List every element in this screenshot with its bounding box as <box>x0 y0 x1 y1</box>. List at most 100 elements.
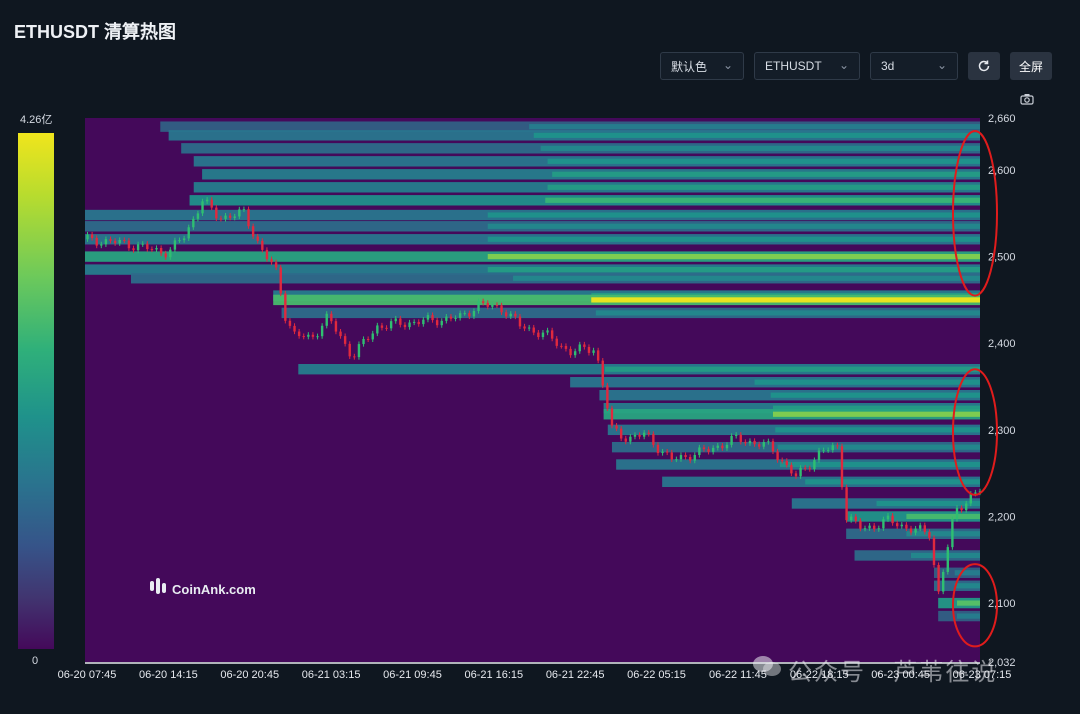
liquidation-band-core <box>956 600 980 606</box>
candle-body <box>325 313 328 326</box>
candle-body <box>123 239 126 241</box>
candle-body <box>670 452 673 460</box>
liquidation-band-core <box>552 171 980 177</box>
candle-body <box>228 215 232 218</box>
candle-body <box>169 249 172 258</box>
brand-name: CoinAnk.com <box>172 582 256 597</box>
candle-body <box>661 451 664 454</box>
candle-body <box>836 445 839 447</box>
candle-body <box>780 460 784 462</box>
candle-body <box>702 447 706 450</box>
candle-body <box>923 525 926 532</box>
liquidation-band-core <box>954 583 980 589</box>
candle-body <box>389 321 393 329</box>
candle-body <box>633 434 637 437</box>
candle-body <box>914 528 917 533</box>
x-tick-label: 06-21 09:45 <box>383 669 442 681</box>
candle-body <box>288 320 292 326</box>
liquidation-band-core <box>775 427 980 433</box>
candle-body <box>380 325 384 328</box>
liquidation-band-core <box>513 275 980 281</box>
candle-body <box>371 333 374 340</box>
liquidation-band-core <box>487 212 980 218</box>
x-tick-label: 06-21 16:15 <box>464 669 523 681</box>
candle-body <box>219 218 223 220</box>
candle-body <box>730 435 733 445</box>
candle-body <box>744 441 747 444</box>
candle-body <box>477 301 480 311</box>
candle-body <box>725 444 729 449</box>
candle-body <box>569 348 572 356</box>
candle-body <box>698 447 701 456</box>
liquidation-band-core <box>487 254 980 260</box>
liquidation-band-core <box>772 411 980 417</box>
candle-body <box>826 450 830 452</box>
candle-body <box>721 445 724 449</box>
candle-body <box>265 249 269 260</box>
candle-body <box>845 487 848 521</box>
candle-body <box>684 455 687 458</box>
liquidation-band-core <box>805 479 980 485</box>
candle-body <box>173 240 177 250</box>
candle-body <box>656 444 660 454</box>
liquidation-band-core <box>754 379 980 385</box>
candle-body <box>426 315 430 320</box>
candle-body <box>941 571 945 592</box>
candle-body <box>458 313 462 318</box>
candle-body <box>822 450 825 452</box>
candle-body <box>330 313 333 322</box>
candle-body <box>688 457 692 461</box>
liquidation-band-core <box>529 124 980 130</box>
liquidation-band-core <box>487 266 980 273</box>
liquidation-band-core <box>777 444 980 450</box>
candle-body <box>891 515 894 524</box>
candle-body <box>150 249 154 251</box>
candle-body <box>274 262 278 268</box>
candle-body <box>408 322 411 328</box>
candle-body <box>95 238 98 246</box>
candle-body <box>242 209 246 211</box>
candle-body <box>523 326 526 329</box>
candle-body <box>918 525 922 529</box>
candle-body <box>541 332 545 338</box>
candle-body <box>679 455 683 460</box>
candle-body <box>596 350 600 361</box>
candle-body <box>210 199 213 208</box>
candle-body <box>113 240 117 244</box>
y-tick-label: 2,660 <box>988 113 1016 125</box>
candle-body <box>960 507 963 511</box>
x-tick-label: 06-20 14:15 <box>139 669 198 681</box>
x-tick-label: 06-21 22:45 <box>546 669 605 681</box>
candle-body <box>849 516 853 521</box>
wechat-icon <box>753 656 781 676</box>
candle-body <box>90 234 94 239</box>
candle-body <box>445 316 448 321</box>
candle-body <box>136 244 140 251</box>
liquidation-band-core <box>906 513 980 520</box>
candle-body <box>610 408 614 426</box>
candle-body <box>224 215 227 219</box>
candle-body <box>412 321 416 323</box>
x-tick-label: 06-20 07:45 <box>58 669 117 681</box>
candle-body <box>638 434 641 437</box>
candle-body <box>707 449 710 452</box>
candle-body <box>270 259 273 263</box>
candle-body <box>803 467 807 469</box>
candle-body <box>932 537 936 566</box>
candle-body <box>583 344 586 347</box>
candle-body <box>877 528 880 530</box>
candle-body <box>555 338 558 346</box>
candle-body <box>86 234 89 240</box>
liquidation-band-core <box>487 223 980 229</box>
watermark: 公众号 · 芦苇往说 <box>788 659 998 686</box>
candle-body <box>615 425 618 429</box>
candle-body <box>863 528 867 530</box>
brand-logo-mark <box>150 581 154 591</box>
candle-body <box>937 565 940 592</box>
candle-body <box>376 325 379 334</box>
candle-body <box>320 325 324 337</box>
candle-body <box>785 460 788 466</box>
liquidation-band-core <box>487 236 980 242</box>
y-tick-label: 2,200 <box>988 511 1016 523</box>
candle-body <box>601 360 604 386</box>
